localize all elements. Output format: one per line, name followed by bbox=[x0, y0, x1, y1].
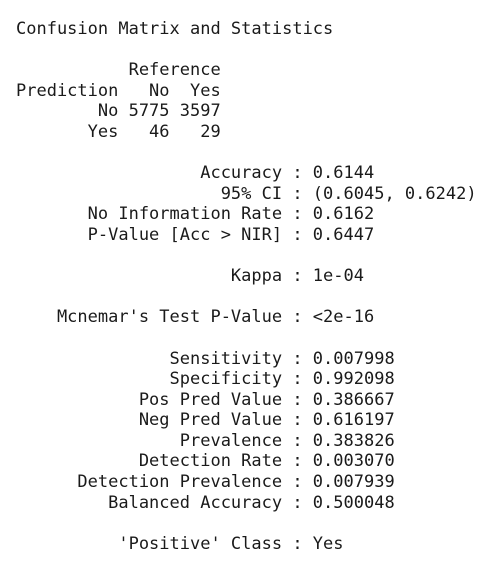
matrix-column-header: Prediction No Yes bbox=[16, 80, 221, 101]
matrix-row-no: No 5775 3597 bbox=[16, 101, 221, 122]
stat-p-value-acc-nir: P-Value [Acc > NIR] : 0.6447 bbox=[16, 224, 375, 245]
stat-balanced-accuracy: Balanced Accuracy : 0.500048 bbox=[16, 492, 395, 513]
stat-positive-class: 'Positive' Class : Yes bbox=[16, 533, 344, 554]
stat-confidence-interval: 95% CI : (0.6045, 0.6242) bbox=[16, 183, 477, 204]
output-title: Confusion Matrix and Statistics bbox=[16, 19, 334, 39]
stat-detection-rate: Detection Rate : 0.003070 bbox=[16, 451, 395, 472]
stat-no-information-rate: No Information Rate : 0.6162 bbox=[16, 204, 375, 225]
stat-detection-prevalence: Detection Prevalence : 0.007939 bbox=[16, 472, 395, 493]
stat-prevalence: Prevalence : 0.383826 bbox=[16, 430, 395, 451]
stat-accuracy: Accuracy : 0.6144 bbox=[16, 163, 375, 184]
stat-sensitivity: Sensitivity : 0.007998 bbox=[16, 348, 395, 369]
matrix-reference-header: Reference bbox=[16, 60, 221, 81]
stat-specificity: Specificity : 0.992098 bbox=[16, 369, 395, 390]
stat-mcnemar: Mcnemar's Test P-Value : <2e-16 bbox=[16, 307, 375, 328]
stat-neg-pred-value: Neg Pred Value : 0.616197 bbox=[16, 410, 395, 431]
stat-pos-pred-value: Pos Pred Value : 0.386667 bbox=[16, 389, 395, 410]
matrix-row-yes: Yes 46 29 bbox=[16, 121, 221, 142]
console-output: Confusion Matrix and Statistics Referenc… bbox=[16, 19, 486, 554]
stat-kappa: Kappa : 1e-04 bbox=[16, 266, 364, 287]
